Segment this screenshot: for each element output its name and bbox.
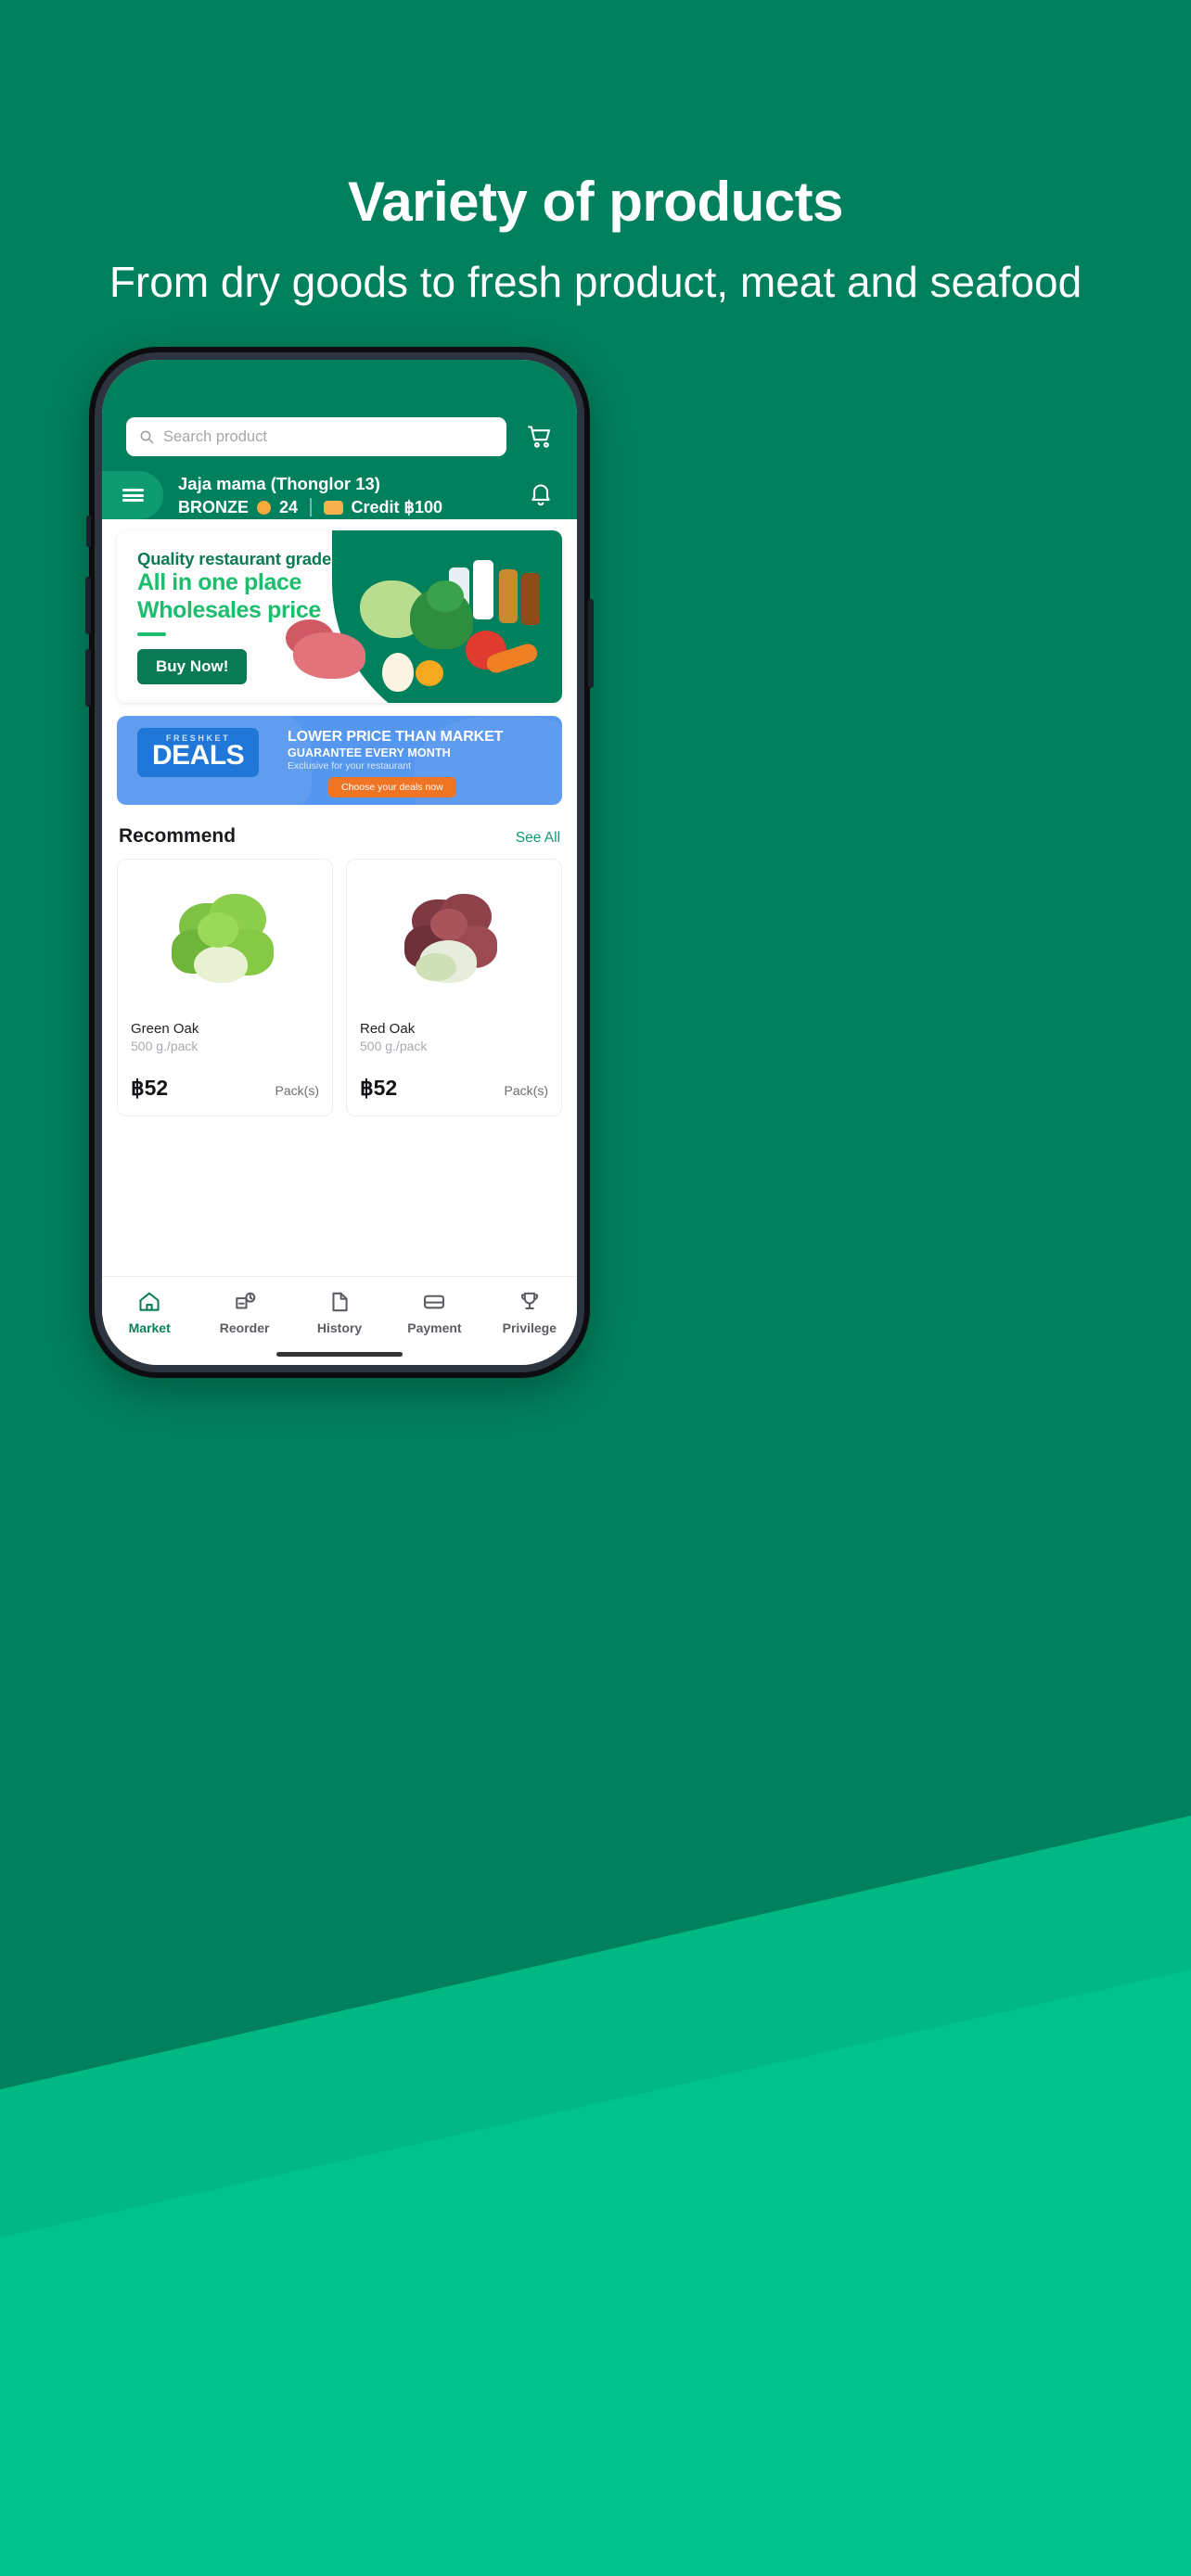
nav-label-privilege: Privilege bbox=[502, 1320, 557, 1335]
product-name: Red Oak bbox=[360, 1021, 416, 1037]
vertical-divider bbox=[310, 498, 312, 517]
promo-banner-copy: Quality restaurant grade All in one plac… bbox=[137, 549, 331, 684]
product-image bbox=[347, 860, 561, 1019]
shop-name: Jaja mama (Thonglor 13) bbox=[178, 474, 380, 494]
account-info[interactable]: Jaja mama (Thonglor 13) BRONZE 24 Credit… bbox=[163, 473, 521, 517]
phone-volume-up-button bbox=[85, 577, 91, 634]
notification-button[interactable] bbox=[521, 476, 560, 515]
egg-image bbox=[382, 653, 414, 692]
deals-copy: LOWER PRICE THAN MARKET GUARANTEE EVERY … bbox=[288, 729, 503, 772]
promo-line-2: All in one place bbox=[137, 569, 301, 595]
search-row: Search product bbox=[102, 417, 577, 456]
product-meta: Red Oak 500 g./pack bbox=[347, 1019, 561, 1053]
hero-text-block: Variety of products From dry goods to fr… bbox=[0, 0, 1191, 310]
recommend-header: Recommend See All bbox=[102, 805, 577, 848]
product-price: ฿52 bbox=[360, 1076, 398, 1100]
points-value: 24 bbox=[279, 497, 299, 516]
account-row: Jaja mama (Thonglor 13) BRONZE 24 Credit… bbox=[102, 471, 577, 519]
recommend-title: Recommend bbox=[119, 825, 237, 847]
deals-word-label: DEALS bbox=[152, 740, 245, 771]
nav-label-payment: Payment bbox=[407, 1320, 462, 1335]
cart-button[interactable] bbox=[521, 418, 558, 455]
phone-power-button bbox=[588, 599, 594, 688]
product-card[interactable]: Green Oak 500 g./pack ฿52 Pack(s) bbox=[117, 859, 333, 1116]
choose-deals-button[interactable]: Choose your deals now bbox=[328, 777, 456, 797]
product-uom: Pack(s) bbox=[275, 1083, 319, 1098]
hero-headline: Variety of products bbox=[348, 171, 843, 233]
home-icon bbox=[139, 1292, 160, 1311]
product-uom: Pack(s) bbox=[504, 1083, 548, 1098]
deals-line-3: Exclusive for your restaurant bbox=[288, 760, 412, 772]
phone-screen: Search product Jaja mama (Thonglor 13) B… bbox=[102, 360, 577, 1365]
membership-tier: BRONZE bbox=[178, 497, 249, 516]
promo-underline bbox=[137, 632, 166, 636]
app-header: Search product Jaja mama (Thonglor 13) B… bbox=[102, 360, 577, 519]
notification-bell-icon bbox=[531, 484, 550, 506]
nav-label-market: Market bbox=[128, 1320, 171, 1335]
deals-badge: FRESHKET DEALS bbox=[137, 728, 260, 778]
nav-item-reorder[interactable]: Reorder bbox=[197, 1290, 291, 1335]
product-footer: ฿52 Pack(s) bbox=[347, 1076, 561, 1101]
product-footer: ฿52 Pack(s) bbox=[118, 1076, 332, 1101]
water-bottle-image bbox=[473, 560, 493, 619]
product-unit: 500 g./pack bbox=[360, 1039, 428, 1053]
oil-bottle-image bbox=[499, 569, 518, 623]
document-icon bbox=[332, 1292, 348, 1312]
app-body: Quality restaurant grade All in one plac… bbox=[102, 530, 577, 1116]
product-unit: 500 g./pack bbox=[131, 1039, 198, 1053]
product-image bbox=[118, 860, 332, 1019]
promo-line-1: Quality restaurant grade bbox=[137, 549, 332, 568]
tier-row: BRONZE 24 Credit ฿100 bbox=[178, 498, 521, 517]
hero-subheadline: From dry goods to fresh product, meat an… bbox=[109, 258, 1082, 306]
nav-item-market[interactable]: Market bbox=[102, 1290, 197, 1335]
phone-silent-switch bbox=[86, 516, 91, 547]
buy-now-button[interactable]: Buy Now! bbox=[137, 649, 248, 684]
green-oak-lettuce-image bbox=[166, 888, 285, 990]
nav-item-history[interactable]: History bbox=[292, 1290, 387, 1335]
promo-line-3: Wholesales price bbox=[137, 596, 321, 623]
search-icon bbox=[140, 430, 154, 444]
coin-icon bbox=[257, 500, 271, 515]
product-grid: Green Oak 500 g./pack ฿52 Pack(s) Red Oa… bbox=[102, 848, 577, 1116]
deals-banner[interactable]: FRESHKET DEALS LOWER PRICE THAN MARKET G… bbox=[117, 716, 562, 805]
phone-mockup: Search product Jaja mama (Thonglor 13) B… bbox=[85, 347, 594, 1378]
deals-line-1: LOWER PRICE THAN MARKET bbox=[288, 729, 504, 745]
product-name: Green Oak bbox=[131, 1021, 199, 1037]
broccoli-top-image bbox=[427, 580, 464, 612]
credit-card-icon bbox=[424, 1294, 445, 1309]
reorder-clock-icon bbox=[235, 1292, 255, 1309]
credit-card-chip-icon bbox=[323, 500, 343, 515]
product-meta: Green Oak 500 g./pack bbox=[118, 1019, 332, 1053]
search-placeholder: Search product bbox=[163, 427, 267, 445]
promo-banner-wholesale[interactable]: Quality restaurant grade All in one plac… bbox=[117, 530, 562, 703]
hamburger-menu-icon bbox=[122, 487, 144, 504]
search-input[interactable]: Search product bbox=[126, 417, 506, 456]
home-indicator bbox=[276, 1352, 403, 1357]
deals-line-2: GUARANTEE EVERY MONTH bbox=[288, 746, 451, 759]
sauce-bottle-image bbox=[521, 573, 540, 625]
credit-value: Credit ฿100 bbox=[351, 497, 443, 516]
trophy-icon bbox=[520, 1292, 538, 1309]
shopping-cart-icon bbox=[528, 426, 551, 448]
nav-item-payment[interactable]: Payment bbox=[387, 1290, 481, 1335]
nav-label-reorder: Reorder bbox=[219, 1320, 270, 1335]
phone-volume-down-button bbox=[85, 649, 91, 707]
product-price: ฿52 bbox=[131, 1076, 169, 1100]
product-card[interactable]: Red Oak 500 g./pack ฿52 Pack(s) bbox=[346, 859, 562, 1116]
nav-label-history: History bbox=[316, 1320, 363, 1335]
see-all-link[interactable]: See All bbox=[516, 830, 560, 847]
egg-yolk-image bbox=[416, 660, 443, 686]
red-oak-lettuce-image bbox=[395, 888, 514, 990]
nav-item-privilege[interactable]: Privilege bbox=[482, 1290, 577, 1335]
hamburger-menu-button[interactable] bbox=[102, 471, 163, 519]
